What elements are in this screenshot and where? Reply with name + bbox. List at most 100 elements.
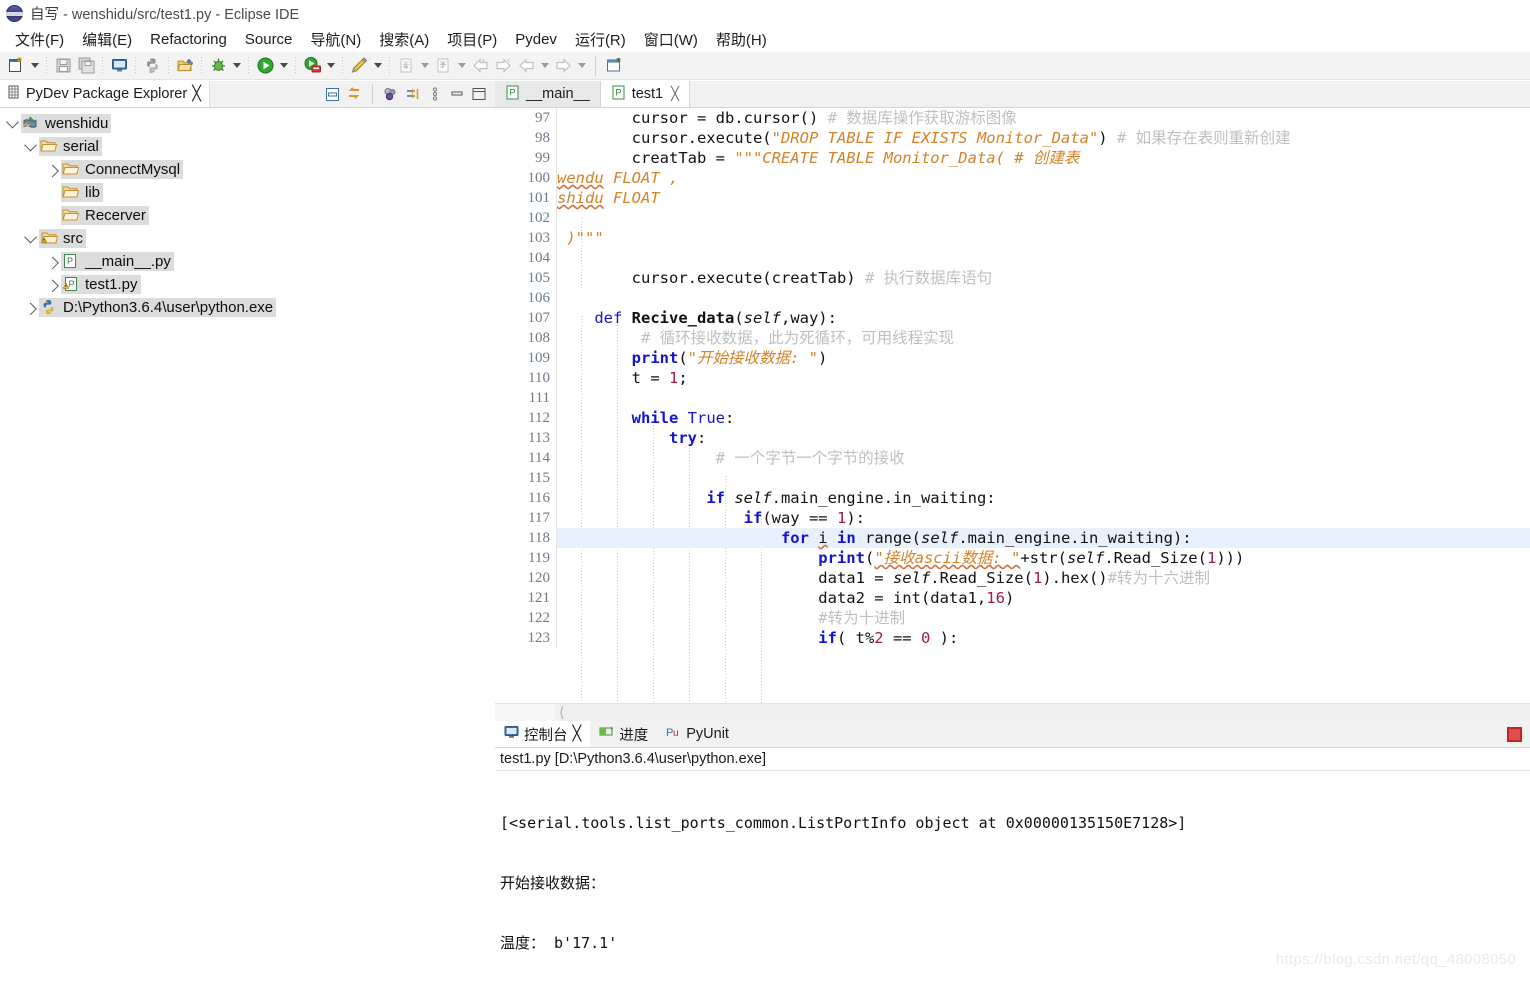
svg-text:P: P: [68, 279, 74, 289]
terminate-button[interactable]: [1507, 726, 1522, 742]
console-icon[interactable]: [108, 55, 130, 77]
tab-pyunit[interactable]: P u PyUnit: [657, 721, 738, 747]
tree-item-lib[interactable]: lib: [0, 181, 495, 204]
tree-item-connectmysql[interactable]: ConnectMysql: [0, 158, 495, 181]
tree-label: lib: [85, 184, 101, 201]
menu-source[interactable]: Source: [236, 29, 302, 50]
code-line: #转为十进制: [557, 609, 906, 627]
code-line: if( t%2 == 0 ):: [818, 629, 959, 647]
previous-annotation-icon[interactable]: [432, 55, 454, 77]
tab-console[interactable]: 控制台 ╳: [495, 721, 591, 747]
previous-annotation-dropdown-icon[interactable]: [455, 55, 468, 77]
menu-window[interactable]: 窗口(W): [635, 27, 707, 52]
progress-icon: [599, 725, 614, 743]
close-icon[interactable]: ╳: [573, 726, 582, 742]
folder-icon: [62, 184, 80, 201]
tree-item-recerver[interactable]: Recerver: [0, 204, 495, 227]
new-editor-icon[interactable]: [603, 55, 625, 77]
maximize-view-icon[interactable]: [469, 84, 489, 104]
console-tabbar: 控制台 ╳ 进度 P u PyUnit: [495, 721, 1530, 748]
tab-pydev-package-explorer[interactable]: PyDev Package Explorer ╳: [0, 81, 210, 107]
close-icon[interactable]: ╳: [671, 86, 679, 102]
run-icon[interactable]: [254, 55, 276, 77]
tree-item-serial[interactable]: serial: [0, 135, 495, 158]
python-file-warning-icon: P: [62, 276, 80, 293]
debug-dropdown-icon[interactable]: [230, 55, 243, 77]
open-package-icon[interactable]: [174, 55, 196, 77]
editor-and-console-area: P __main__ P test1 ╳ 97 98 99 100 101 10…: [495, 81, 1530, 982]
chevron-down-icon[interactable]: [4, 112, 21, 135]
collapse-all-icon[interactable]: [322, 84, 342, 104]
menu-edit[interactable]: 编辑(E): [73, 27, 141, 52]
line-number: 120: [527, 570, 551, 586]
watermark: https://blog.csdn.net/qq_48008050: [1275, 951, 1516, 968]
chevron-right-icon[interactable]: [44, 250, 61, 273]
console-tab-label: 控制台: [524, 727, 568, 744]
external-tools-icon[interactable]: [301, 55, 323, 77]
menu-file[interactable]: 文件(F): [6, 27, 73, 52]
save-icon[interactable]: [52, 55, 74, 77]
pydev-run-icon[interactable]: [348, 55, 370, 77]
menu-navigate[interactable]: 导航(N): [301, 27, 370, 52]
minimize-view-icon[interactable]: [447, 84, 467, 104]
scroll-left-icon[interactable]: ⟨: [555, 704, 564, 721]
focus-on-active-task-icon[interactable]: [381, 84, 401, 104]
code-line: print("开始接收数据: "): [631, 349, 828, 367]
tab-progress[interactable]: 进度: [590, 721, 657, 747]
new-wizard-dropdown-icon[interactable]: [28, 55, 41, 77]
previous-edit-icon[interactable]: [515, 55, 537, 77]
close-icon[interactable]: ╳: [192, 86, 201, 102]
menu-search[interactable]: 搜索(A): [370, 27, 438, 52]
code-text[interactable]: cursor = db.cursor() # 数据库操作获取游标图像 curso…: [557, 108, 1530, 721]
code-line: # 循环接收数据，此为死循环，可用线程实现: [557, 329, 955, 347]
run-dropdown-icon[interactable]: [277, 55, 290, 77]
next-annotation-dropdown-icon[interactable]: [418, 55, 431, 77]
line-number: 111: [528, 390, 550, 406]
progress-tab-label: 进度: [619, 727, 649, 744]
tree-item-wenshidu[interactable]: wenshidu: [0, 112, 495, 135]
code-line: cursor.execute(creatTab) # 执行数据库语句: [557, 269, 993, 287]
view-menu-icon[interactable]: [425, 84, 445, 104]
menu-run[interactable]: 运行(R): [566, 27, 635, 52]
menu-help[interactable]: 帮助(H): [707, 27, 776, 52]
tree-item-test1-py[interactable]: P test1.py: [0, 273, 495, 296]
console-view: 控制台 ╳ 进度 P u PyUnit test1.py [D:\Python3…: [495, 721, 1530, 982]
next-edit-dropdown-icon[interactable]: [575, 55, 588, 77]
link-with-editor-icon[interactable]: [344, 84, 364, 104]
chevron-right-icon[interactable]: [44, 158, 61, 181]
next-edit-icon[interactable]: [552, 55, 574, 77]
folder-icon: [40, 138, 58, 155]
tree-item-python-interpreter[interactable]: D:\Python3.6.4\user\python.exe: [0, 296, 495, 319]
line-number: 102: [527, 210, 551, 226]
menu-pydev[interactable]: Pydev: [506, 29, 566, 50]
new-wizard-icon[interactable]: [5, 55, 27, 77]
line-number: 109: [527, 350, 551, 366]
menu-refactoring[interactable]: Refactoring: [141, 29, 236, 50]
menu-project[interactable]: 项目(P): [438, 27, 506, 52]
tab-test1[interactable]: P test1 ╳: [600, 81, 690, 107]
line-number: 106: [527, 290, 551, 306]
forward-icon[interactable]: [492, 55, 514, 77]
line-number: 117: [528, 510, 550, 526]
next-annotation-icon[interactable]: [395, 55, 417, 77]
editor-horizontal-scrollbar[interactable]: ⟨: [495, 703, 1530, 721]
editor-tab-label: __main__: [526, 86, 590, 102]
tab-main[interactable]: P __main__: [495, 81, 601, 107]
external-tools-dropdown-icon[interactable]: [324, 55, 337, 77]
code-editor[interactable]: 97 98 99 100 101 102 103 104 105 106 107…: [495, 108, 1530, 721]
pydev-run-dropdown-icon[interactable]: [371, 55, 384, 77]
python-icon[interactable]: [141, 55, 163, 77]
debug-icon[interactable]: [207, 55, 229, 77]
save-all-icon[interactable]: [75, 55, 97, 77]
tree-item-main-py[interactable]: P __main__.py: [0, 250, 495, 273]
chevron-right-icon[interactable]: [22, 296, 39, 319]
back-icon[interactable]: [469, 55, 491, 77]
chevron-down-icon[interactable]: [22, 227, 39, 250]
filters-icon[interactable]: [403, 84, 423, 104]
chevron-down-icon[interactable]: [22, 135, 39, 158]
previous-edit-dropdown-icon[interactable]: [538, 55, 551, 77]
tree-item-src[interactable]: src: [0, 227, 495, 250]
chevron-right-icon[interactable]: [44, 273, 61, 296]
